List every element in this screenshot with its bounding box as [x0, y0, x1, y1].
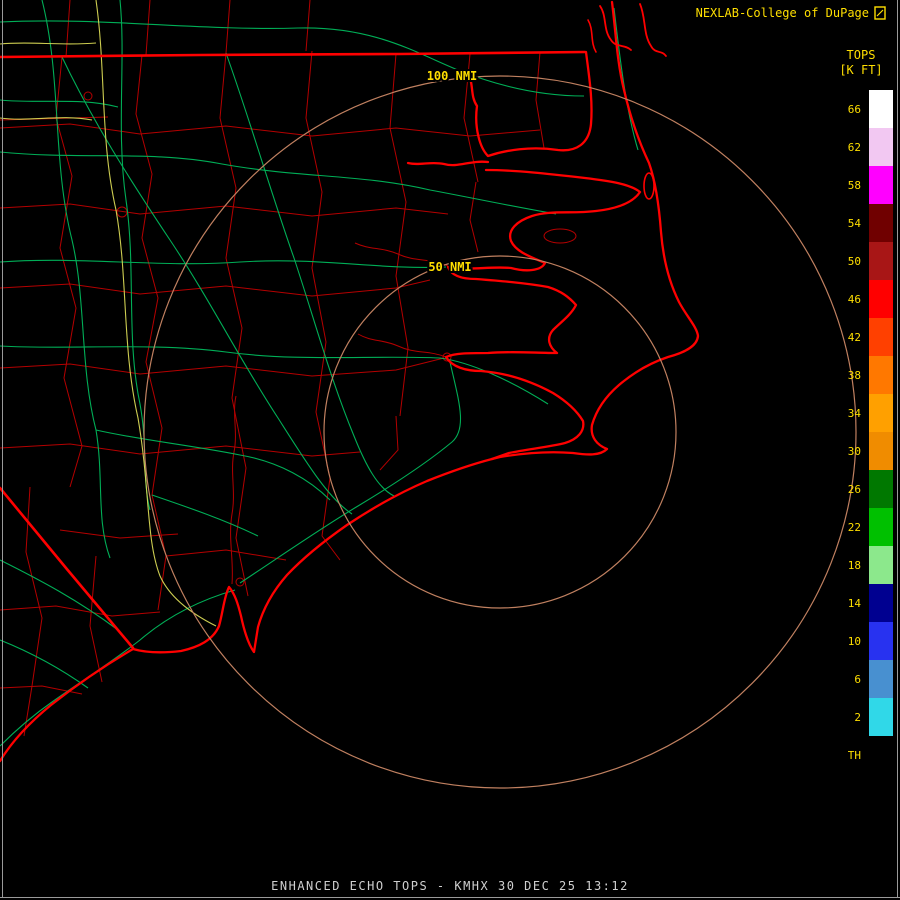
legend-color-swatch: [869, 356, 893, 394]
radar-map: 50 NMI 100 NMI: [0, 0, 900, 900]
legend-tick-label: 58: [835, 179, 861, 192]
legend-color-swatch: [869, 660, 893, 698]
legend-color-swatch: [869, 508, 893, 546]
legend-row: 50: [835, 242, 893, 280]
range-ring-50nmi: [324, 256, 676, 608]
legend-row: 26: [835, 470, 893, 508]
highways-yellow: [0, 0, 216, 626]
highways-green: [0, 0, 638, 746]
header: NEXLAB-College of DuPage: [696, 6, 886, 20]
range-ring-100nmi: [144, 76, 856, 788]
legend-color-swatch: [869, 280, 893, 318]
legend-color-swatch: [869, 584, 893, 622]
legend-tick-label: 26: [835, 483, 861, 496]
legend-color-swatch: [869, 546, 893, 584]
legend-row: 6: [835, 660, 893, 698]
legend-row: 30: [835, 432, 893, 470]
legend-row: 38: [835, 356, 893, 394]
legend-row: 14: [835, 584, 893, 622]
legend-tick-label: 62: [835, 141, 861, 154]
legend-color-swatch: [869, 166, 893, 204]
range-ring-label-50: 50 NMI: [428, 260, 471, 274]
legend-color-swatch: [869, 90, 893, 128]
legend-rows: 66625854504642383430262218141062TH: [835, 90, 893, 774]
legend-row: 22: [835, 508, 893, 546]
legend-color-swatch: [869, 318, 893, 356]
legend-header: TOPS [K FT]: [830, 48, 892, 78]
legend-row: 10: [835, 622, 893, 660]
legend-color-swatch: [869, 698, 893, 736]
legend-tick-label: 10: [835, 635, 861, 648]
legend-tick-label: 34: [835, 407, 861, 420]
legend-row: 62: [835, 128, 893, 166]
frame-line-bottom: [0, 897, 900, 898]
legend-tick-label: 14: [835, 597, 861, 610]
legend-row: TH: [835, 736, 893, 774]
legend-tick-label: 30: [835, 445, 861, 458]
legend-tick-label: 66: [835, 103, 861, 116]
legend-color-swatch: [869, 622, 893, 660]
frame-line-left: [2, 0, 3, 898]
legend-tick-label: 50: [835, 255, 861, 268]
legend-row: 58: [835, 166, 893, 204]
legend-title: TOPS: [830, 48, 892, 63]
legend-row: 42: [835, 318, 893, 356]
legend-tick-label: 38: [835, 369, 861, 382]
legend-row: 66: [835, 90, 893, 128]
legend-tick-label: 6: [835, 673, 861, 686]
legend-tick-label: 18: [835, 559, 861, 572]
legend-color-swatch: [869, 470, 893, 508]
legend-color-swatch: [869, 736, 893, 774]
legend-row: 34: [835, 394, 893, 432]
frame-line-right: [897, 0, 898, 898]
legend-tick-label: 42: [835, 331, 861, 344]
cod-logo-icon: [874, 6, 886, 20]
legend-color-swatch: [869, 432, 893, 470]
legend-color-swatch: [869, 204, 893, 242]
legend-color-swatch: [869, 242, 893, 280]
legend-tick-label: 22: [835, 521, 861, 534]
range-ring-label-100: 100 NMI: [427, 69, 478, 83]
range-rings: [144, 76, 856, 788]
legend-color-swatch: [869, 394, 893, 432]
legend-row: 46: [835, 280, 893, 318]
legend-units: [K FT]: [830, 63, 892, 78]
legend-tick-label: 54: [835, 217, 861, 230]
legend-tick-label: 2: [835, 711, 861, 724]
state-borders: [0, 52, 585, 648]
legend-row: 54: [835, 204, 893, 242]
legend-tick-label: TH: [835, 749, 861, 762]
legend-row: 2: [835, 698, 893, 736]
site-title: NEXLAB-College of DuPage: [696, 6, 869, 20]
legend-row: 18: [835, 546, 893, 584]
product-caption: ENHANCED ECHO TOPS - KMHX 30 DEC 25 13:1…: [0, 879, 900, 893]
legend-tick-label: 46: [835, 293, 861, 306]
legend-color-swatch: [869, 128, 893, 166]
